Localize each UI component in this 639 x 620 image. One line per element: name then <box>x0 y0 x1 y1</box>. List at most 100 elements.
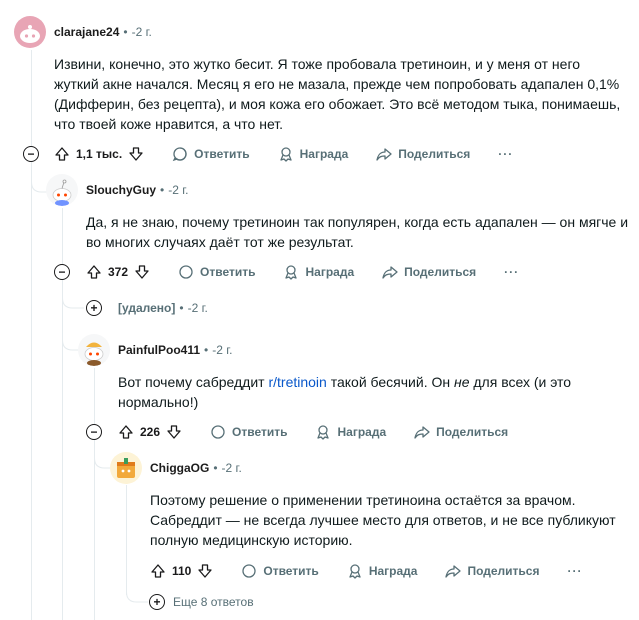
meta-separator: • <box>179 301 184 315</box>
award-label: Награда <box>337 425 387 439</box>
award-label: Награда <box>305 265 355 279</box>
vote-group: 226 <box>118 424 182 440</box>
reply-button[interactable]: Ответить <box>178 264 255 280</box>
snoo-avatar-icon <box>117 458 135 478</box>
avatar[interactable] <box>78 334 110 366</box>
more-options-icon[interactable]: ··· <box>498 147 513 161</box>
reply-icon <box>172 147 187 162</box>
meta-separator: • <box>123 25 128 39</box>
award-icon <box>279 147 292 162</box>
share-icon <box>382 266 398 279</box>
meta-separator: • <box>160 183 165 197</box>
award-label: Награда <box>368 564 418 578</box>
downvote-icon[interactable] <box>166 424 182 440</box>
comment-line: полную медицинскую историю. <box>150 532 353 548</box>
thread-line <box>31 50 32 620</box>
thread-connector <box>62 290 84 309</box>
author-name: [удалено] <box>118 301 176 315</box>
minus-icon: − <box>90 425 98 439</box>
award-button[interactable]: Награда <box>278 146 349 162</box>
comment-meta: clarajane24 • -2 г. <box>54 22 152 42</box>
expand-button[interactable]: + <box>86 300 102 316</box>
comment-meta: SlouchyGuy • -2 г. <box>86 180 188 200</box>
snoo-avatar-icon <box>84 342 104 366</box>
meta-separator: • <box>204 343 209 357</box>
collapse-button[interactable]: − <box>86 424 102 440</box>
share-button[interactable]: Поделиться <box>382 264 476 280</box>
snoo-avatar-icon <box>52 179 72 206</box>
reply-label: Ответить <box>263 564 319 578</box>
upvote-icon[interactable] <box>118 424 134 440</box>
author-name[interactable]: clarajane24 <box>54 25 119 39</box>
text-span: Вот почему сабреддит <box>118 374 269 390</box>
avatar[interactable] <box>110 452 142 484</box>
award-icon <box>285 265 298 280</box>
collapse-button[interactable]: − <box>23 146 39 162</box>
subreddit-link[interactable]: r/tretinoin <box>268 374 326 390</box>
comment-line: нормально!) <box>118 394 199 410</box>
downvote-icon[interactable] <box>134 264 150 280</box>
comment-meta: ChiggaOG • -2 г. <box>150 458 242 478</box>
comment-actions: 372 Ответить Награда Поделиться ··· <box>86 256 519 288</box>
downvote-icon[interactable] <box>128 146 144 162</box>
author-name[interactable]: SlouchyGuy <box>86 183 156 197</box>
award-button[interactable]: Награда <box>283 264 354 280</box>
comment-time[interactable]: -2 г. <box>132 25 152 39</box>
meta-separator: • <box>213 461 218 475</box>
text-span: такой бесячий. Он <box>326 374 454 390</box>
share-label: Поделиться <box>436 425 509 439</box>
minus-icon: − <box>58 265 66 279</box>
share-icon <box>376 148 392 161</box>
upvote-icon[interactable] <box>86 264 102 280</box>
share-label: Поделиться <box>398 147 471 161</box>
collapse-button[interactable]: − <box>54 264 70 280</box>
thread-line <box>94 368 95 620</box>
avatar[interactable] <box>14 16 46 48</box>
more-replies-label: Еще 8 ответов <box>173 595 254 609</box>
vote-group: 1,1 тыс. <box>54 146 144 162</box>
reply-button[interactable]: Ответить <box>241 563 319 579</box>
vote-count: 1,1 тыс. <box>76 147 123 161</box>
comment-body: Извини, конечно, это жутко бесит. Я тоже… <box>54 54 634 134</box>
comment-body: Вот почему сабреддит r/tretinoin такой б… <box>118 372 633 412</box>
more-replies-button[interactable]: + Еще 8 ответов <box>149 594 254 610</box>
more-options-icon[interactable]: ··· <box>504 265 519 279</box>
snoo-avatar-icon <box>20 25 40 43</box>
emphasis-text: не <box>454 374 470 390</box>
downvote-icon[interactable] <box>197 563 213 579</box>
comment-meta: [удалено] • -2 г. <box>118 298 208 318</box>
upvote-icon[interactable] <box>54 146 70 162</box>
upvote-icon[interactable] <box>150 563 166 579</box>
award-label: Награда <box>299 147 349 161</box>
award-button[interactable]: Награда <box>315 424 386 440</box>
more-options-icon[interactable]: ··· <box>567 564 582 578</box>
award-button[interactable]: Награда <box>347 563 418 579</box>
share-icon <box>414 426 430 439</box>
comment-line: во многих случаях даёт тот же результат. <box>86 234 354 250</box>
share-button[interactable]: Поделиться <box>376 146 470 162</box>
comment-time[interactable]: -2 г. <box>222 461 242 475</box>
reply-icon <box>179 265 193 279</box>
reply-label: Ответить <box>200 265 256 279</box>
plus-icon: + <box>90 301 98 315</box>
comment-time[interactable]: -2 г. <box>212 343 232 357</box>
share-icon <box>445 565 462 578</box>
comment-time[interactable]: -2 г. <box>188 301 208 315</box>
share-button[interactable]: Поделиться <box>414 424 508 440</box>
comment-line: Поэтому решение о применении третиноина … <box>150 492 576 508</box>
reply-button[interactable]: Ответить <box>172 146 250 162</box>
comment-actions: 110 Ответить Награда Поделиться ··· <box>150 555 582 587</box>
award-icon <box>317 425 330 440</box>
thread-line <box>126 485 127 595</box>
comment-line: Извини, конечно, это жутко бесит. Я тоже… <box>54 56 581 72</box>
share-label: Поделиться <box>404 265 477 279</box>
avatar[interactable] <box>46 174 78 206</box>
author-name[interactable]: PainfulPoo411 <box>118 343 200 357</box>
comment-time[interactable]: -2 г. <box>168 183 188 197</box>
reply-icon <box>242 564 257 578</box>
comment-line: Вот почему сабреддит r/tretinoin такой б… <box>118 372 633 392</box>
share-button[interactable]: Поделиться <box>445 563 539 579</box>
author-name[interactable]: ChiggaOG <box>150 461 209 475</box>
reply-label: Ответить <box>194 147 250 161</box>
reply-button[interactable]: Ответить <box>210 424 287 440</box>
